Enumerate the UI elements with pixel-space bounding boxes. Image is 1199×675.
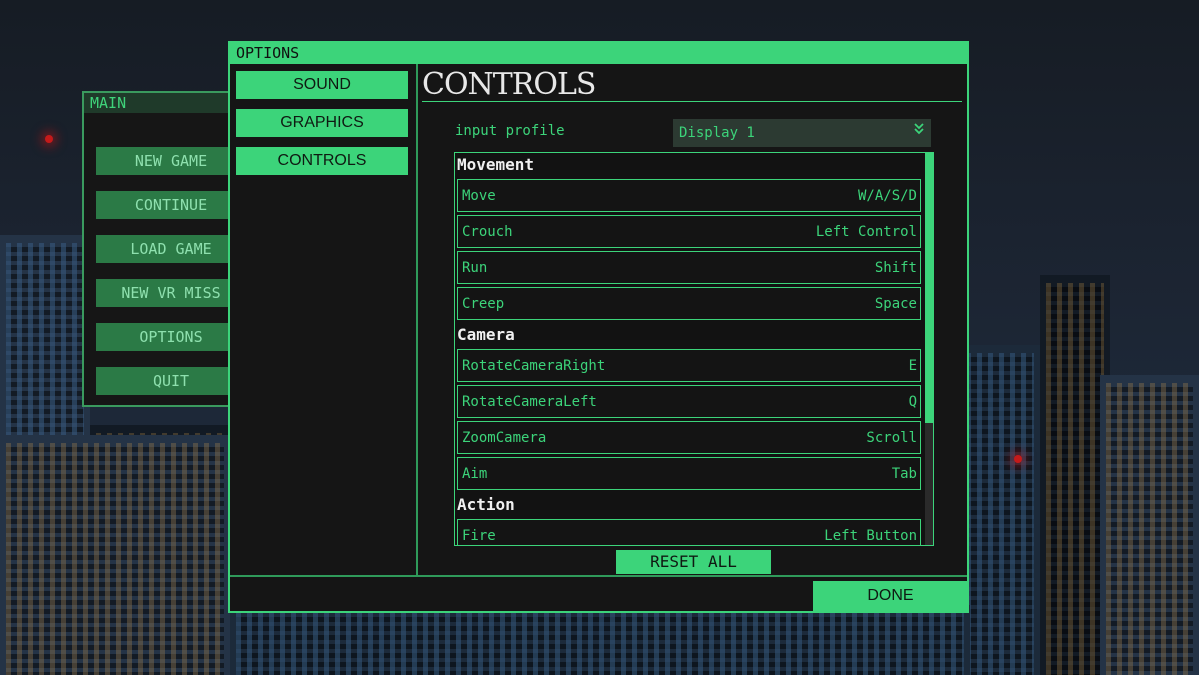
building (1100, 375, 1199, 675)
keybinding-key[interactable]: Left Control (816, 224, 917, 240)
section-header: Movement (457, 155, 535, 174)
section-header: Camera (457, 325, 515, 344)
keybinding-list-content: Movement Move W/A/S/D Crouch Left Control Run… (455, 153, 923, 545)
input-profile-label: input profile (455, 123, 565, 139)
continue-button[interactable]: CONTINUE (96, 191, 246, 219)
keybinding-row[interactable]: ZoomCamera Scroll (457, 421, 921, 454)
keybinding-key[interactable]: Shift (875, 260, 917, 276)
keybinding-action: Run (462, 259, 488, 276)
new-game-button[interactable]: NEW GAME (96, 147, 246, 175)
input-profile-select[interactable]: Display 1 (673, 119, 931, 147)
keybinding-key[interactable]: Q (909, 394, 917, 410)
keybinding-key[interactable]: Scroll (866, 430, 917, 446)
keybinding-row[interactable]: Creep Space (457, 287, 921, 320)
keybinding-action: Aim (462, 465, 488, 482)
section-header: Action (457, 495, 515, 514)
options-window: OPTIONS SOUND GRAPHICS CONTROLS CONTROLS… (228, 41, 969, 613)
scrollbar-thumb[interactable] (925, 153, 933, 423)
keybinding-action: Move (462, 187, 496, 204)
building (960, 345, 1040, 675)
keybinding-action: RotateCameraRight (462, 357, 606, 374)
keybinding-row[interactable]: RotateCameraLeft Q (457, 385, 921, 418)
building (230, 605, 970, 675)
keybinding-row[interactable]: Run Shift (457, 251, 921, 284)
options-button[interactable]: OPTIONS (96, 323, 246, 351)
chevron-down-icon (913, 119, 925, 147)
keybinding-row[interactable]: Fire Left Button (457, 519, 921, 545)
options-title: OPTIONS (230, 43, 967, 64)
keybinding-row[interactable]: Move W/A/S/D (457, 179, 921, 212)
load-game-button[interactable]: LOAD GAME (96, 235, 246, 263)
keybinding-action: Creep (462, 295, 505, 312)
beacon-light (1014, 455, 1022, 463)
keybinding-row[interactable]: RotateCameraRight E (457, 349, 921, 382)
beacon-light (45, 135, 53, 143)
tab-controls[interactable]: CONTROLS (236, 147, 408, 175)
input-profile-value: Display 1 (679, 125, 755, 141)
keybinding-action: ZoomCamera (462, 429, 547, 446)
keybinding-key[interactable]: E (909, 358, 917, 374)
keybinding-action: RotateCameraLeft (462, 393, 597, 410)
keybinding-key[interactable]: Left Button (824, 528, 917, 544)
keybinding-list[interactable]: Movement Move W/A/S/D Crouch Left Control Run… (454, 152, 934, 546)
keybinding-key[interactable]: W/A/S/D (858, 188, 917, 204)
keybinding-action: Fire (462, 527, 496, 544)
done-button[interactable]: DONE (813, 581, 968, 611)
quit-button[interactable]: QUIT (96, 367, 246, 395)
keybinding-action: Crouch (462, 223, 513, 240)
reset-all-button[interactable]: RESET ALL (616, 550, 771, 574)
page-title: CONTROLS (422, 69, 962, 102)
keybinding-row[interactable]: Crouch Left Control (457, 215, 921, 248)
scrollbar-track[interactable] (925, 153, 933, 545)
new-vr-mission-button[interactable]: NEW VR MISS (96, 279, 246, 307)
tab-graphics[interactable]: GRAPHICS (236, 109, 408, 137)
options-sidebar: SOUND GRAPHICS CONTROLS (230, 64, 418, 577)
keybinding-key[interactable]: Tab (892, 466, 917, 482)
keybinding-key[interactable]: Space (875, 296, 917, 312)
keybinding-row[interactable]: Aim Tab (457, 457, 921, 490)
building (0, 435, 230, 675)
tab-sound[interactable]: SOUND (236, 71, 408, 99)
